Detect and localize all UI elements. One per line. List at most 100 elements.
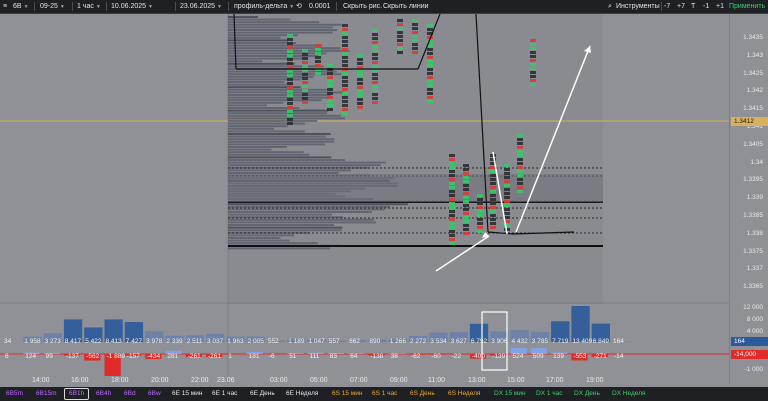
footprint-cell [315,64,321,67]
footprint-cell [517,150,523,153]
chart-canvas[interactable]: 34 6 1 958 124 3 273 99 8 417 -137 5 422 -562 8 41… [0,14,729,384]
tab-dx-15-мин[interactable]: DX 15 мин [490,388,530,400]
volume-value: 1 963 [227,338,244,345]
tab-6e-1-час[interactable]: 6E 1 час [208,388,241,400]
footprint-cell [449,238,455,241]
footprint-cell [287,54,293,57]
footprint-cell [397,51,403,54]
tab-dx-1-час[interactable]: DX 1 час [532,388,567,400]
delta-value: -157 [127,353,140,360]
tab-6s-неделя[interactable]: 6S Неделя [444,388,484,400]
shift-plus7-button[interactable]: +7 [677,0,685,13]
search-icon[interactable]: ⌕ [608,0,612,13]
tab-6bw[interactable]: 6Bw [144,388,165,400]
tab-6bd[interactable]: 6Bd [120,388,140,400]
footprint-cell [463,232,469,235]
footprint-cell [287,114,293,117]
apply-button[interactable]: Применить [729,0,765,13]
profile-bar [228,208,385,211]
footprint-cell [302,65,308,68]
footprint-cell [463,180,469,183]
footprint-cell [463,184,469,187]
tab-6s-1-час[interactable]: 6S 1 час [368,388,401,400]
tab-6s-день[interactable]: 6S День [406,388,439,400]
contract-select[interactable]: 09-25 ▼ [40,0,65,13]
footprint-cell [427,64,433,67]
instruments-button[interactable]: Инструменты [616,0,660,13]
footprint-cell [477,210,483,213]
tab-6b15m[interactable]: 6B15m [32,388,61,400]
profile-bar [228,229,342,232]
price-tick-label: 1.3405 [743,140,763,148]
shift-minus1-button[interactable]: -1 [703,0,709,13]
profile-bar [228,211,373,213]
footprint-cell [342,92,348,95]
footprint-cell [397,43,403,46]
price-tick-label: 1.34 [750,158,763,166]
tab-dx-день[interactable]: DX День [570,388,604,400]
shift-minus7-button[interactable]: -7 [664,0,670,13]
tab-6e-неделя[interactable]: 6E Неделя [282,388,322,400]
footprint-cell [372,45,378,48]
t-button[interactable]: T [691,0,695,13]
delta-value: 139 [553,353,564,360]
tab-6b4h[interactable]: 6B4h [92,388,115,400]
footprint-cell [287,122,293,125]
date-to-input[interactable]: 23.06.2025 ▼ [180,0,222,13]
footprint-cell [490,218,496,221]
refresh-icon[interactable]: ⟲ [296,0,302,13]
price-axis[interactable]: 1.3435 1.343 1.3425 1.342 1.3415 1.341 1.3405 1… [729,14,768,384]
footprint-cell [449,206,455,209]
footprint-cell [490,182,496,185]
profile-bar [228,81,285,83]
footprint-cell [342,48,348,51]
footprint-cell [372,29,378,32]
footprint-cell [357,90,363,93]
delta-value: -562 [86,353,99,360]
footprint-cell [302,61,308,64]
footprint-cell [327,96,333,99]
profile-bar [228,120,318,122]
footprint-cell [302,53,308,56]
footprint-cell [427,60,433,63]
hide-lines-button[interactable]: Скрыть линии [383,0,429,13]
footprint-cell [287,82,293,85]
time-label: 19:00 [586,377,604,384]
footprint-cell [463,200,469,203]
tab-6b1h[interactable]: 6B1h [64,388,90,400]
volume-value: 8 417 [65,338,82,345]
delta-value: -400 [472,353,485,360]
footprint-cell [449,214,455,217]
tab-dx-неделя[interactable]: DX Неделя [608,388,650,400]
hide-drawings-button[interactable]: Скрыть рис. [343,0,382,13]
footprint-cell [449,226,455,229]
symbol-select[interactable]: 6B ▼ [13,0,29,13]
time-label: 17:00 [546,377,564,384]
footprint-cell [427,96,433,99]
footprint-cell [372,97,378,100]
volume-bar [571,306,590,342]
tab-6s-15-мин[interactable]: 6S 15 мин [328,388,366,400]
delta-current-tag: -14,000 [731,350,768,359]
delta-value: -6 [269,353,275,360]
profile-bar [228,112,328,115]
interval-select[interactable]: 1 час ▼ [77,0,101,13]
tick-size-input[interactable]: 0.0001 [309,0,330,13]
tab-6e-15-мин[interactable]: 6E 15 мин [168,388,206,400]
footprint-cell [342,52,348,55]
footprint-cell [287,94,293,97]
time-label: 22:00 [191,377,209,384]
footprint-cell [490,206,496,209]
hamburger-icon[interactable]: ≡ [3,0,7,13]
tab-6e-день[interactable]: 6E День [246,388,279,400]
shift-plus1-button[interactable]: +1 [716,0,724,13]
style-select[interactable]: профиль-дельта ▼ [234,0,294,13]
time-axis[interactable]: 14:00 16:00 18:00 20:00 22:00 23.06 03:00 05:00… [0,375,729,387]
footprint-cell [530,51,536,54]
volume-value: 3 534 [430,338,447,345]
tab-6b5m[interactable]: 6B5m [2,388,27,400]
footprint-cell [327,72,333,75]
footprint-cell [427,48,433,51]
volume-value: 1 189 [288,338,305,345]
date-from-input[interactable]: 10.06.2025 ▼ [111,0,153,13]
